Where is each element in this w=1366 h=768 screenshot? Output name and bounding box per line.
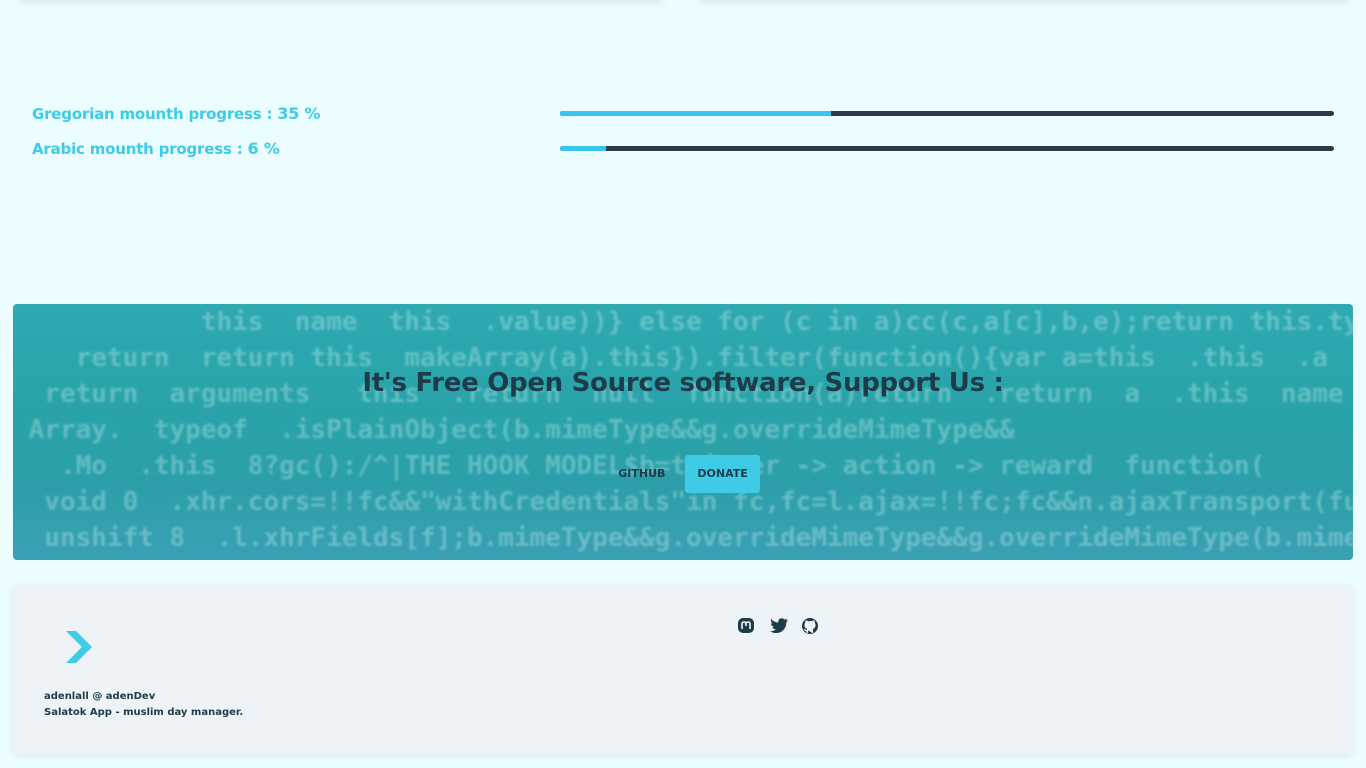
arabic-progress-row: Arabic mounth progress : 6 % xyxy=(32,131,1334,166)
twitter-icon[interactable] xyxy=(769,617,788,635)
top-cards xyxy=(0,0,1366,40)
arabic-progress-value: 6 % xyxy=(247,139,280,158)
arabic-progress-fill xyxy=(560,146,607,151)
github-icon[interactable] xyxy=(801,617,819,635)
gregorian-progress-value: 35 % xyxy=(277,104,321,123)
hero-buttons: GITHUB DONATE xyxy=(13,455,1353,493)
github-button[interactable]: GITHUB xyxy=(606,455,677,493)
gregorian-progress-row: Gregorian mounth progress : 35 % xyxy=(32,96,1334,131)
logo-chevron-icon xyxy=(63,625,97,673)
donate-button[interactable]: DONATE xyxy=(685,455,760,493)
footer-author: adenlall @ adenDev xyxy=(44,691,156,702)
support-hero: this name this .value))} else for (c in … xyxy=(13,304,1353,560)
social-links xyxy=(737,617,819,635)
month-progress-section: Gregorian mounth progress : 35 % Arabic … xyxy=(32,96,1334,166)
hero-title: It's Free Open Source software, Support … xyxy=(362,368,1004,398)
gregorian-progress-fill xyxy=(560,111,831,116)
hero-background-code: this name this .value))} else for (c in … xyxy=(28,307,1353,560)
gregorian-progress-bar xyxy=(560,111,1334,116)
mastodon-icon[interactable] xyxy=(737,617,755,635)
arabic-progress-bar xyxy=(560,146,1334,151)
footer-description: Salatok App - muslim day manager. xyxy=(44,707,244,718)
arabic-progress-text: Arabic mounth progress : xyxy=(32,140,248,158)
gregorian-progress-label: Gregorian mounth progress : 35 % xyxy=(32,104,560,123)
gregorian-progress-text: Gregorian mounth progress : xyxy=(32,105,278,123)
footer: adenlall @ adenDev Salatok App - muslim … xyxy=(13,585,1353,754)
arabic-progress-label: Arabic mounth progress : 6 % xyxy=(32,139,560,158)
